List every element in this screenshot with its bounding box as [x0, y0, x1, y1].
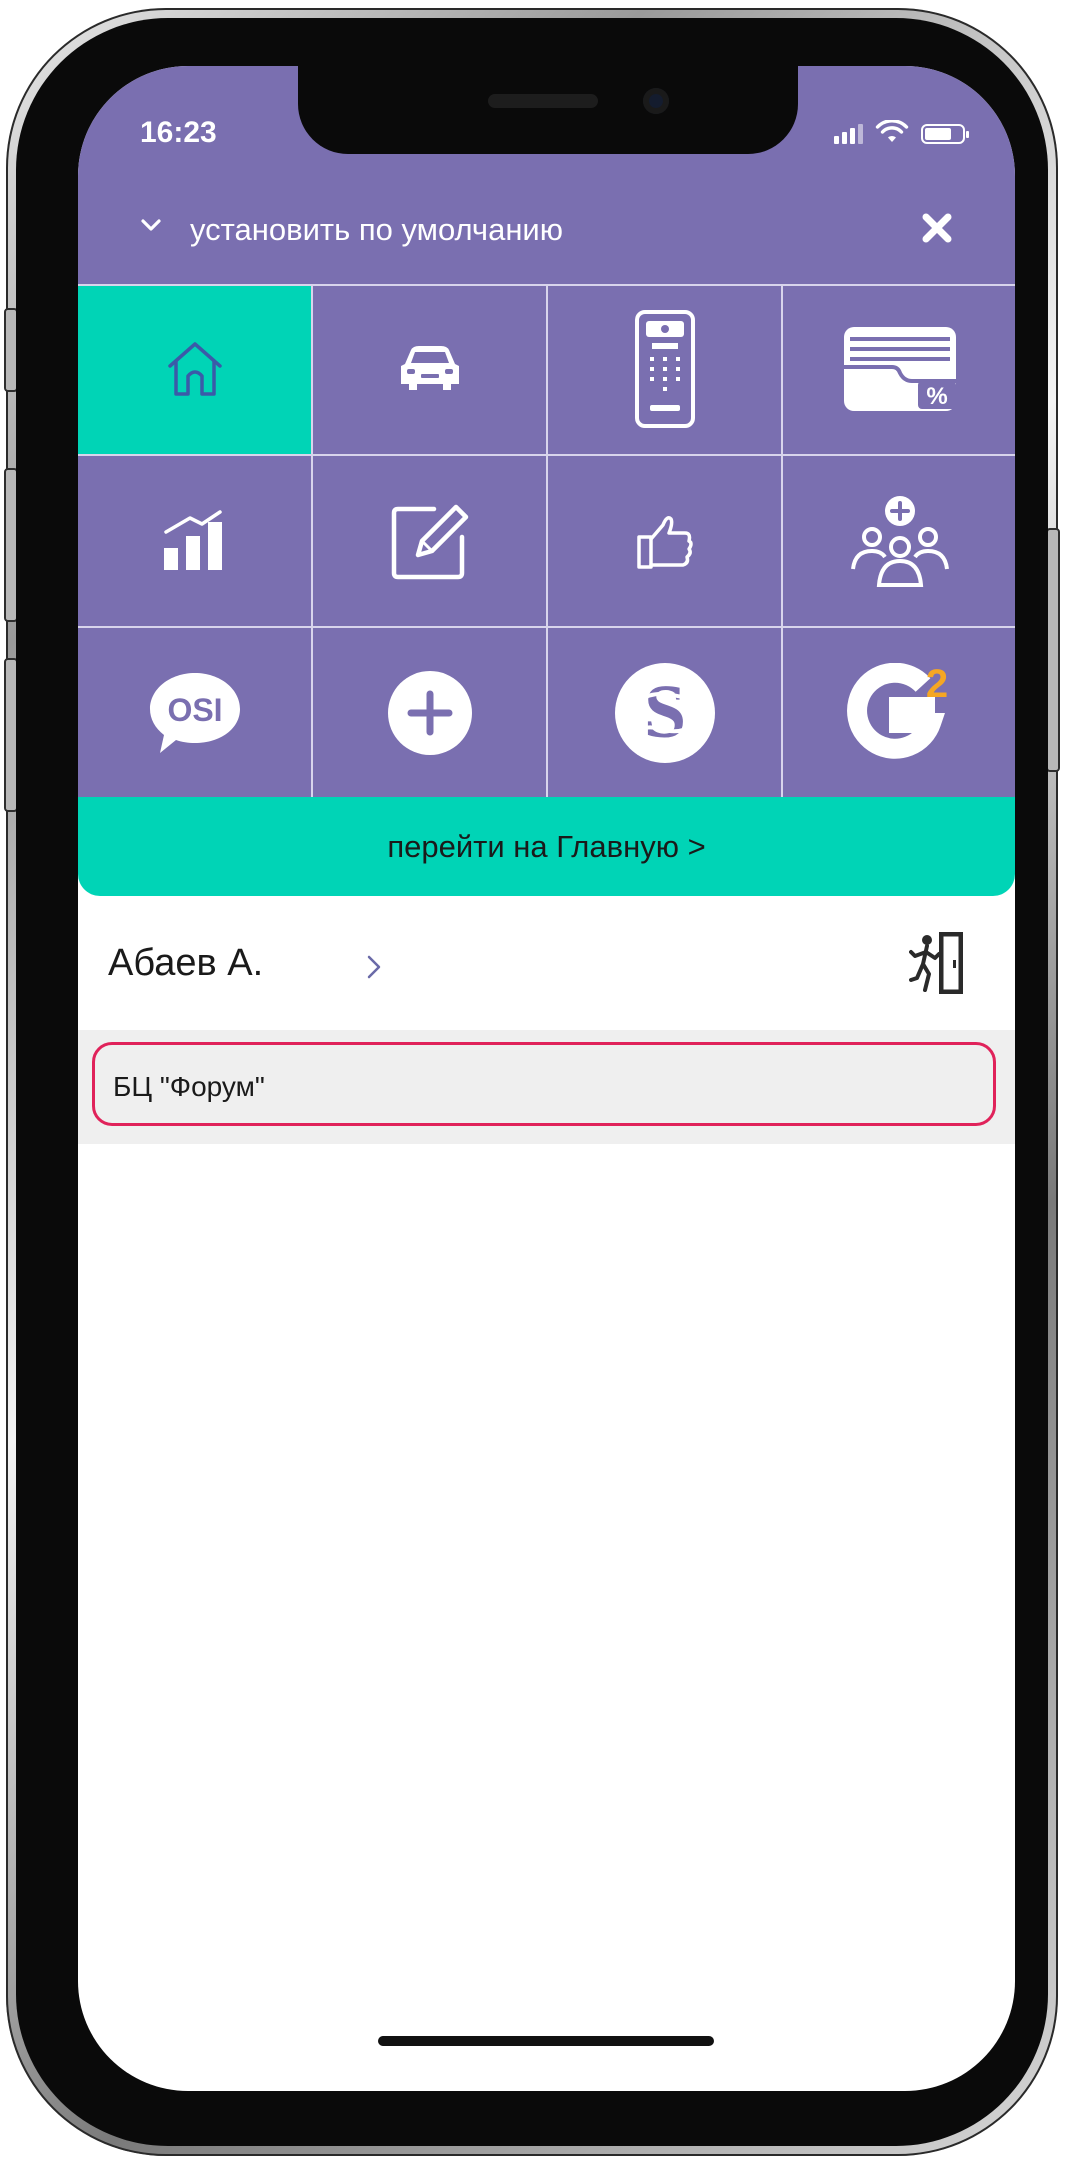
grid-divider: [78, 284, 1015, 286]
notch: [298, 66, 798, 154]
thumbs-up-icon: [636, 516, 693, 569]
grid-divider: [781, 284, 783, 797]
signal-icon: [834, 122, 863, 144]
go-to-main-button[interactable]: перейти на Главную >: [78, 797, 1015, 896]
svg-text:S: S: [643, 670, 685, 754]
tile-like[interactable]: [548, 456, 781, 626]
edit-icon: [391, 504, 468, 580]
tile-edit[interactable]: [313, 456, 546, 626]
svg-text:2: 2: [925, 663, 947, 706]
home-icon: [167, 342, 222, 396]
grid-divider: [311, 284, 313, 797]
tile-stats[interactable]: [78, 456, 311, 626]
earpiece-speaker: [488, 94, 598, 108]
power-button: [1046, 528, 1060, 772]
grid-divider: [78, 454, 1015, 456]
phone-screen: 16:23 установить по умолчанию % OSI S 2 …: [78, 66, 1015, 2091]
g2-logo-icon: 2: [846, 663, 948, 759]
close-icon[interactable]: [919, 210, 955, 246]
wallet-discount-icon: %: [843, 327, 956, 411]
svg-text:OSI: OSI: [167, 692, 222, 728]
set-default-title[interactable]: установить по умолчанию: [190, 212, 563, 248]
services-grid: % OSI S 2: [78, 284, 1015, 797]
plus-icon: [387, 671, 472, 755]
tile-car[interactable]: [313, 284, 546, 454]
tile-wallet[interactable]: %: [783, 284, 1015, 454]
logout-door-icon[interactable]: [909, 930, 967, 996]
grid-divider: [78, 626, 1015, 628]
tile-s-service[interactable]: S: [548, 628, 781, 798]
osi-logo-icon: OSI: [149, 673, 240, 753]
group-add-icon: [850, 496, 949, 587]
battery-icon: [921, 124, 969, 144]
car-icon: [400, 346, 459, 390]
tile-group[interactable]: [783, 456, 1015, 626]
status-time: 16:23: [140, 116, 217, 149]
chevron-down-icon[interactable]: [140, 214, 162, 236]
address-item-selected[interactable]: БЦ "Форум": [92, 1042, 996, 1126]
tile-add[interactable]: [313, 628, 546, 798]
chevron-right-icon[interactable]: [366, 954, 382, 980]
tile-g2[interactable]: 2: [783, 628, 1015, 798]
user-row[interactable]: Абаев А.: [78, 896, 1015, 1030]
header-bar: установить по умолчанию: [78, 178, 1015, 284]
s-logo-icon: S: [614, 663, 715, 763]
tile-intercom[interactable]: [548, 284, 781, 454]
wifi-icon: [875, 120, 909, 142]
user-name[interactable]: Абаев А.: [108, 942, 263, 985]
tile-osi[interactable]: OSI: [78, 628, 311, 798]
status-icons: [834, 120, 969, 144]
home-indicator[interactable]: [378, 2036, 714, 2046]
chart-icon: [163, 510, 222, 570]
tile-home[interactable]: [78, 284, 311, 454]
grid-divider: [546, 284, 548, 797]
address-label: БЦ "Форум": [113, 1071, 265, 1102]
front-camera: [643, 88, 669, 114]
svg-text:%: %: [926, 383, 947, 410]
address-list: БЦ "Форум": [78, 1030, 1015, 1144]
intercom-icon: [634, 310, 695, 428]
